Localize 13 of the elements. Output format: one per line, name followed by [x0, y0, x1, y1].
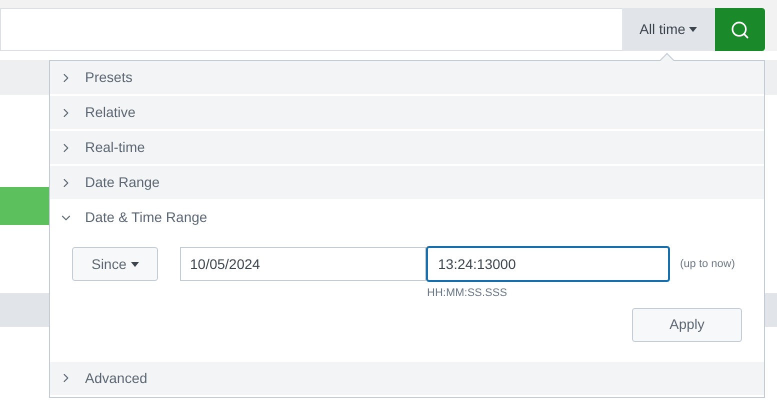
caret-icon	[689, 27, 698, 32]
time-format-hint: HH:MM:SS.SSS	[427, 286, 508, 301]
side-strip	[765, 8, 777, 51]
range-note: (up to now)	[680, 256, 736, 272]
search-button[interactable]	[715, 8, 765, 51]
time-picker-button[interactable]: All time	[622, 8, 715, 51]
search-field[interactable]	[0, 8, 622, 51]
date-field[interactable]: 10/05/2024	[180, 247, 426, 281]
apply-button[interactable]: Apply	[632, 308, 742, 342]
caret-icon	[130, 262, 139, 266]
time-field[interactable]: 13:24:13000	[426, 246, 670, 282]
search-icon	[730, 20, 750, 40]
mode-dropdown[interactable]: Since	[72, 247, 158, 281]
